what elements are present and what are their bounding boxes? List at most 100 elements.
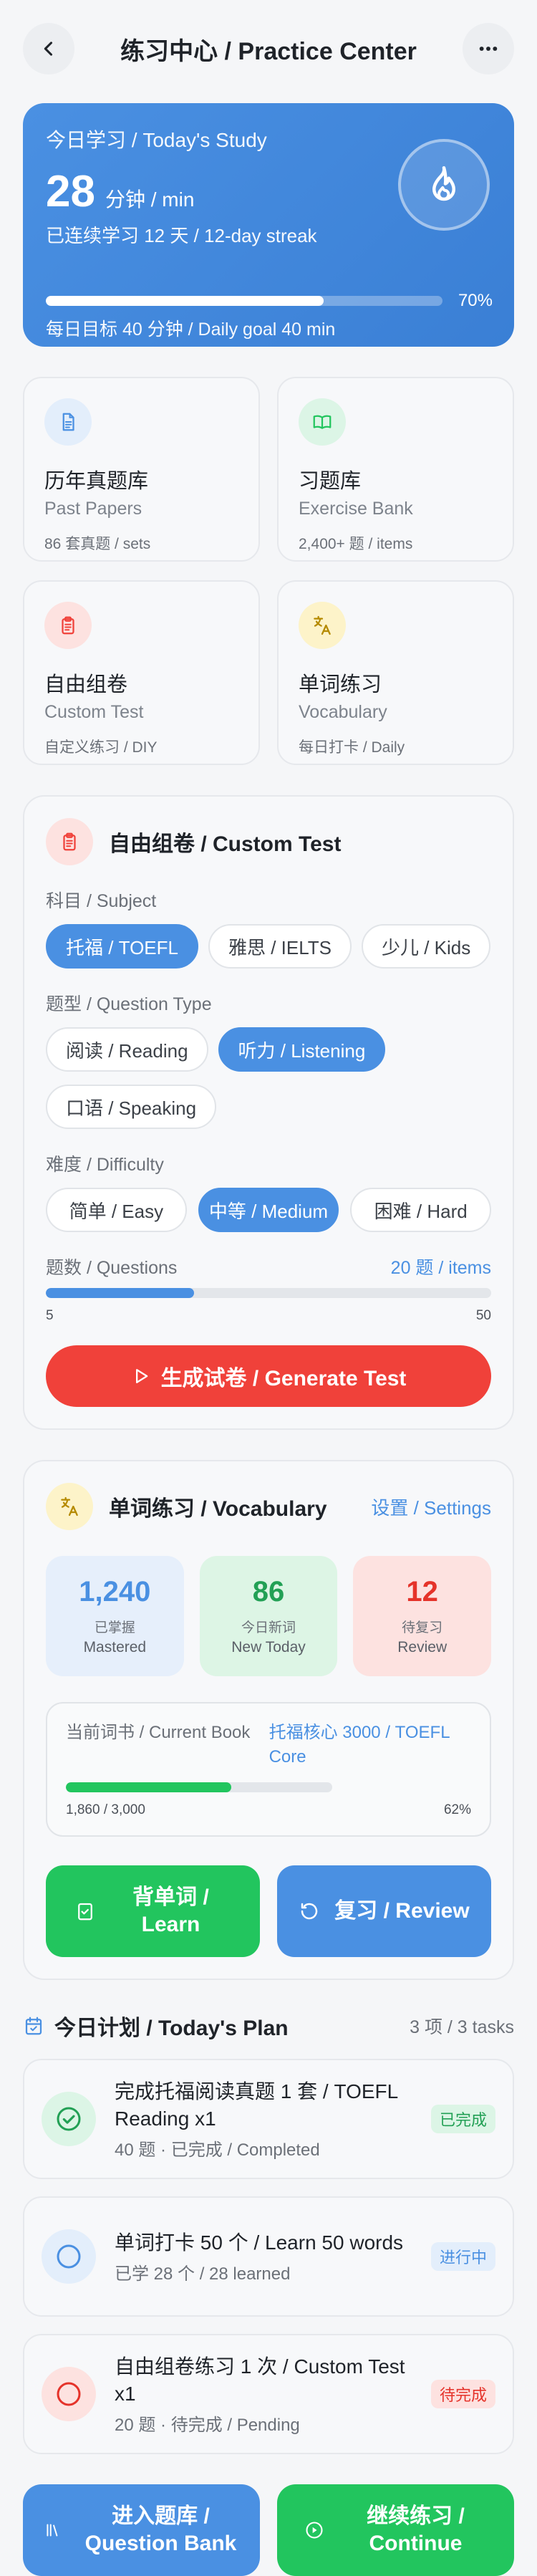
stat-mastered: 1,240 已掌握 Mastered bbox=[46, 1556, 184, 1676]
continue-practice-label: 继续练习 / Continue bbox=[367, 2504, 465, 2555]
feature-icon-bg bbox=[299, 602, 346, 649]
custom-test-title: 自由组卷 / Custom Test bbox=[109, 832, 342, 856]
questions-value: 20 题 / items bbox=[390, 1258, 491, 1278]
plan-title: 今日计划 / Today's Plan bbox=[54, 2017, 289, 2040]
task-item[interactable]: 自由组卷练习 1 次 / Custom Test x1 20 题 · 待完成 /… bbox=[23, 2334, 514, 2454]
continue-practice-button[interactable]: 继续练习 / Continue bbox=[277, 2484, 514, 2576]
chip-type-speaking[interactable]: 口语 / Speaking bbox=[46, 1085, 217, 1129]
slider-max: 50 bbox=[475, 1308, 491, 1323]
task-subtitle: 40 题 · 已完成 / Completed bbox=[115, 2140, 320, 2160]
chip-type-reading[interactable]: 阅读 / Reading bbox=[46, 1027, 208, 1072]
feature-exercise-bank[interactable]: 习题库 Exercise Bank 2,400+ 题 / items bbox=[277, 377, 514, 562]
play-icon bbox=[135, 1369, 147, 1383]
stat-label-en: New Today bbox=[231, 1639, 306, 1655]
task-subtitle: 已学 28 个 / 28 learned bbox=[115, 2264, 291, 2284]
vocabulary-section: 单词练习 / Vocabulary 设置 / Settings 1,240 已掌… bbox=[23, 1460, 514, 1980]
stat-number: 12 bbox=[406, 1576, 438, 1607]
book-progress-bar bbox=[66, 1782, 332, 1792]
more-button[interactable] bbox=[462, 23, 514, 75]
custom-test-section: 自由组卷 / Custom Test 科目 / Subject 托福 / TOE… bbox=[23, 795, 514, 1430]
task-status-circle bbox=[42, 2229, 96, 2284]
current-book-label: 当前词书 / Current Book bbox=[66, 1723, 251, 1742]
library-icon bbox=[46, 2524, 57, 2537]
task-title: 单词打卡 50 个 / Learn 50 words bbox=[115, 2231, 404, 2254]
circle-icon bbox=[57, 2382, 81, 2406]
feature-icon-bg bbox=[44, 602, 92, 649]
check-circle-icon bbox=[57, 2107, 81, 2131]
chip-subject-toefl[interactable]: 托福 / TOEFL bbox=[46, 924, 198, 969]
custom-test-icon-bg bbox=[46, 818, 93, 865]
feature-past-papers[interactable]: 历年真题库 Past Papers 86 套真题 / sets bbox=[23, 377, 260, 562]
document-icon bbox=[62, 413, 74, 431]
type-chips: 阅读 / Reading 听力 / Listening 口语 / Speakin… bbox=[46, 1027, 491, 1129]
play-circle-icon bbox=[305, 2522, 323, 2539]
book-progress-fill bbox=[66, 1782, 231, 1792]
vocabulary-title: 单词练习 / Vocabulary bbox=[109, 1497, 327, 1521]
current-book-card[interactable]: 当前词书 / Current Book 托福核心 3000 / TOEFL Co… bbox=[46, 1702, 491, 1837]
calendar-icon bbox=[25, 2017, 42, 2035]
feature-meta: 每日打卡 / Daily bbox=[299, 739, 405, 756]
stat-number: 86 bbox=[252, 1576, 285, 1607]
generate-test-label: 生成试卷 / Generate Test bbox=[160, 1367, 407, 1390]
circle-icon bbox=[57, 2244, 81, 2269]
task-subtitle: 20 题 · 待完成 / Pending bbox=[115, 2415, 300, 2435]
plan-header: 今日计划 / Today's Plan 3 项 / 3 tasks bbox=[23, 2010, 514, 2042]
subject-label: 科目 / Subject bbox=[46, 891, 157, 911]
today-study-card: 今日学习 / Today's Study 28 分钟 / min 已连续学习 1… bbox=[23, 103, 514, 347]
chip-subject-kids[interactable]: 少儿 / Kids bbox=[362, 924, 491, 969]
feature-meta: 86 套真题 / sets bbox=[44, 536, 151, 552]
chip-difficulty-easy[interactable]: 简单 / Easy bbox=[46, 1188, 187, 1232]
back-button[interactable] bbox=[23, 23, 74, 75]
stat-label-cn: 待复习 bbox=[402, 1620, 443, 1635]
daily-progress-track bbox=[46, 296, 442, 306]
task-item[interactable]: 完成托福阅读真题 1 套 / TOEFL Reading x1 40 题 · 已… bbox=[23, 2059, 514, 2179]
stat-label-cn: 今日新词 bbox=[241, 1620, 296, 1635]
feature-meta: 自定义练习 / DIY bbox=[44, 739, 158, 756]
book-open-icon bbox=[313, 415, 332, 429]
stat-label-en: Mastered bbox=[83, 1639, 147, 1655]
feature-subtitle: Past Papers bbox=[44, 499, 142, 519]
daily-progress-fill bbox=[46, 296, 324, 306]
slider-min: 5 bbox=[46, 1308, 54, 1323]
stat-number: 1,240 bbox=[79, 1576, 151, 1607]
study-minutes: 28 bbox=[46, 167, 95, 216]
clipboard-icon bbox=[62, 616, 74, 635]
more-horizontal-icon bbox=[479, 47, 498, 51]
vocabulary-settings-link[interactable]: 设置 / Settings bbox=[371, 1494, 491, 1520]
question-bank-button[interactable]: 进入题库 / Question Bank bbox=[23, 2484, 260, 2576]
feature-title: 单词练习 bbox=[299, 673, 382, 696]
questions-label: 题数 / Questions bbox=[46, 1258, 178, 1278]
plan-count: 3 项 / 3 tasks bbox=[410, 2017, 514, 2037]
review-words-button[interactable]: 复习 / Review bbox=[277, 1865, 491, 1957]
feature-icon-bg bbox=[44, 398, 92, 446]
feature-meta: 2,400+ 题 / items bbox=[299, 536, 413, 552]
stat-label-cn: 已掌握 bbox=[94, 1620, 135, 1635]
study-unit: 分钟 / min bbox=[105, 188, 195, 211]
stat-new-today: 86 今日新词 New Today bbox=[199, 1556, 338, 1676]
generate-test-button[interactable]: 生成试卷 / Generate Test bbox=[46, 1345, 491, 1407]
feature-subtitle: Exercise Bank bbox=[299, 499, 413, 519]
feature-vocabulary[interactable]: 单词练习 Vocabulary 每日打卡 / Daily bbox=[277, 580, 514, 765]
translate-icon bbox=[314, 615, 331, 635]
questions-slider-fill bbox=[46, 1288, 195, 1298]
chip-type-listening[interactable]: 听力 / Listening bbox=[218, 1027, 386, 1072]
flame-badge bbox=[398, 139, 490, 231]
task-status-badge: 待完成 bbox=[430, 2380, 495, 2408]
chip-subject-ielts[interactable]: 雅思 / IELTS bbox=[208, 924, 352, 969]
task-item[interactable]: 单词打卡 50 个 / Learn 50 words 已学 28 个 / 28 … bbox=[23, 2196, 514, 2317]
questions-slider[interactable] bbox=[46, 1288, 491, 1298]
question-bank-label: 进入题库 / Question Bank bbox=[84, 2504, 237, 2555]
current-book-name: 托福核心 3000 / TOEFL Core bbox=[268, 1723, 450, 1767]
chip-difficulty-medium[interactable]: 中等 / Medium bbox=[198, 1188, 339, 1232]
learn-words-label: 背单词 / Learn bbox=[132, 1885, 209, 1936]
feature-custom-test[interactable]: 自由组卷 Custom Test 自定义练习 / DIY bbox=[23, 580, 260, 765]
chevron-left-icon bbox=[44, 42, 53, 56]
feature-grid: 历年真题库 Past Papers 86 套真题 / sets 习题库 Exer… bbox=[23, 377, 514, 765]
learn-words-button[interactable]: 背单词 / Learn bbox=[46, 1865, 260, 1957]
stat-label-en: Review bbox=[397, 1639, 448, 1655]
daily-goal: 每日目标 40 分钟 / Daily goal 40 min bbox=[46, 319, 336, 340]
chip-difficulty-hard[interactable]: 困难 / Hard bbox=[350, 1188, 492, 1232]
daily-progress: 70% bbox=[46, 291, 493, 311]
task-status-circle bbox=[42, 2092, 96, 2146]
daily-progress-percent: 70% bbox=[458, 291, 493, 310]
